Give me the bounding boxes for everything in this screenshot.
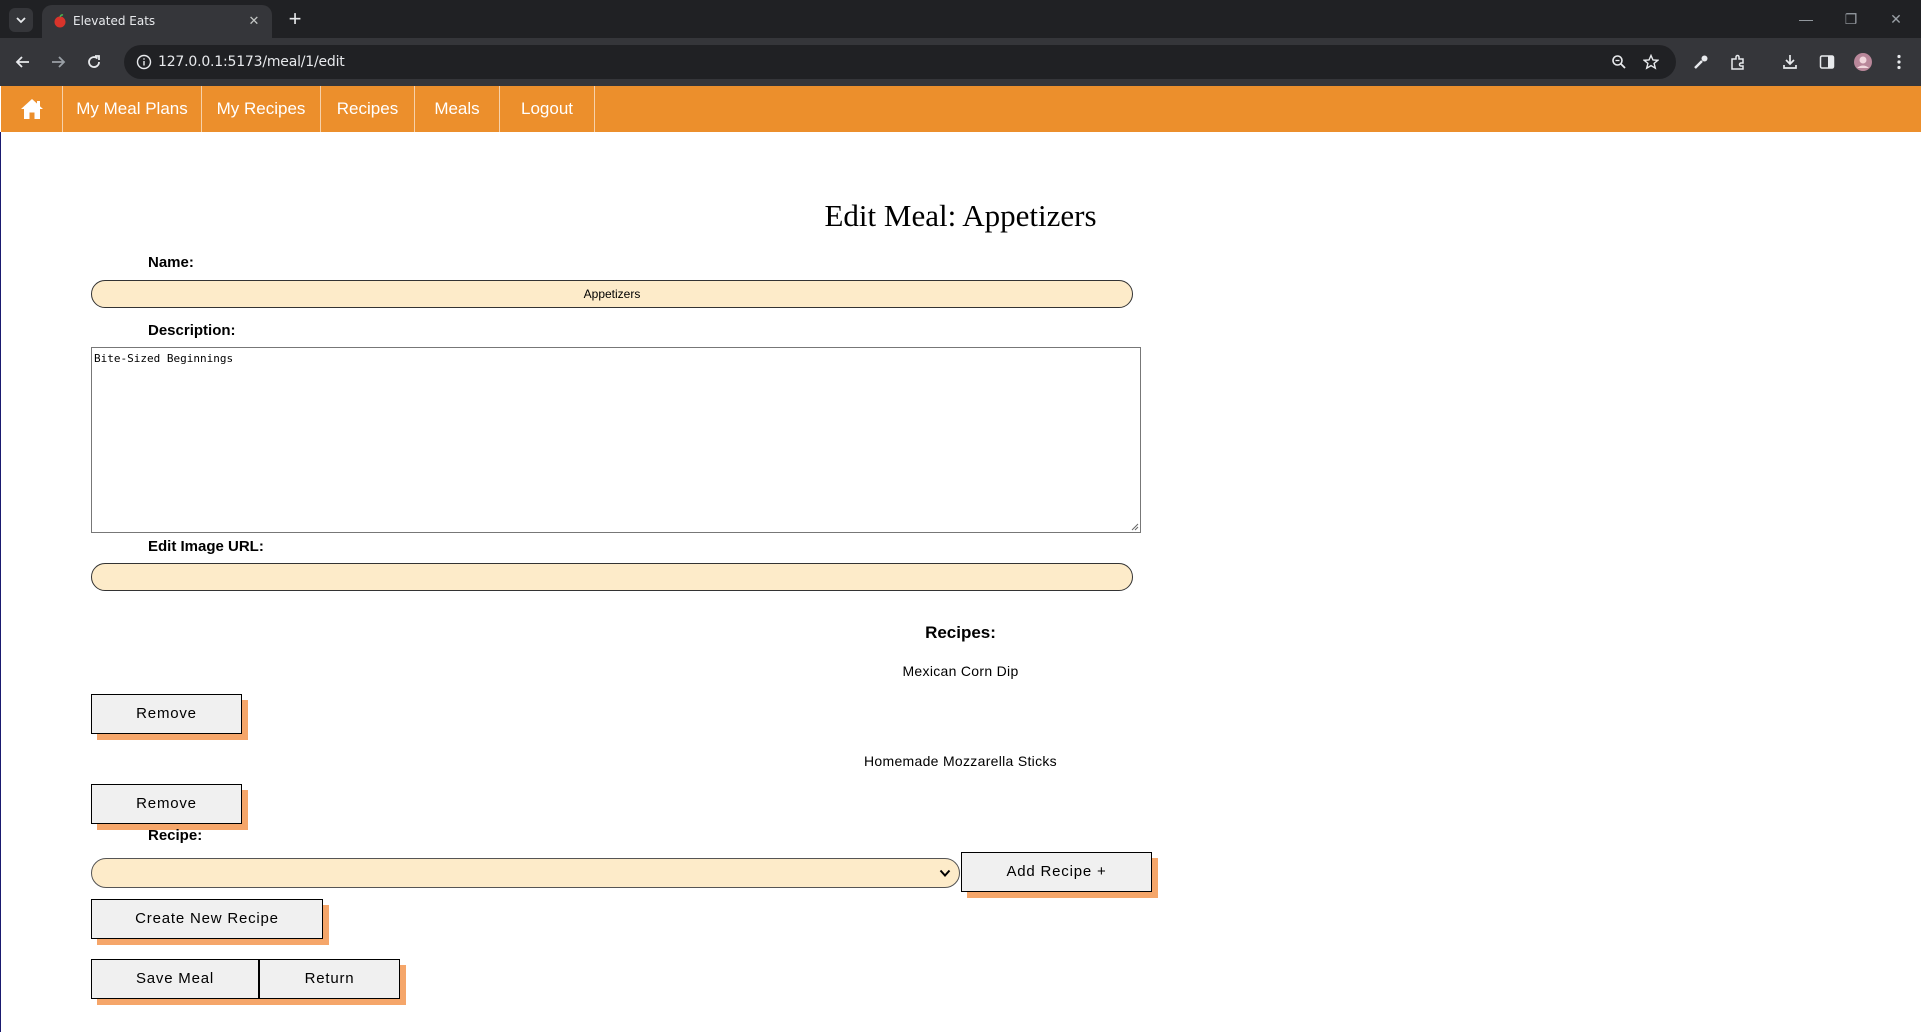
- name-label: Name:: [148, 254, 194, 271]
- bookmark-star-icon[interactable]: [1642, 53, 1660, 71]
- tab-search-button[interactable]: [9, 8, 33, 32]
- new-tab-plus-icon[interactable]: +: [284, 8, 306, 30]
- close-window-icon[interactable]: ✕: [1885, 9, 1907, 29]
- remove-recipe-button[interactable]: Remove: [91, 694, 242, 734]
- description-textarea[interactable]: Bite-Sized Beginnings: [91, 347, 1141, 533]
- image-url-input[interactable]: [91, 563, 1133, 591]
- page-title-text: Edit Meal: Appetizers: [824, 198, 1097, 233]
- eyedropper-extension-icon[interactable]: [1691, 52, 1711, 72]
- recipes-heading-text: Recipes:: [925, 623, 996, 642]
- recipe-select[interactable]: [91, 858, 960, 888]
- return-button[interactable]: Return: [259, 959, 400, 999]
- recipes-heading: Recipes:: [0, 623, 1921, 643]
- browser-toolbar: 127.0.0.1:5173/meal/1/edit: [0, 38, 1921, 86]
- profile-avatar-icon[interactable]: [1853, 52, 1873, 72]
- extensions-puzzle-icon[interactable]: [1728, 52, 1748, 72]
- page-left-border: [0, 132, 1, 1032]
- create-new-recipe-button[interactable]: Create New Recipe: [91, 899, 323, 939]
- zoom-icon[interactable]: [1610, 53, 1628, 71]
- forward-arrow-icon[interactable]: [46, 50, 70, 74]
- description-label: Description:: [148, 322, 236, 339]
- close-tab-icon[interactable]: ✕: [246, 13, 262, 29]
- download-icon[interactable]: [1780, 52, 1800, 72]
- nav-my-meal-plans[interactable]: My Meal Plans: [63, 86, 202, 132]
- nav-my-recipes[interactable]: My Recipes: [202, 86, 321, 132]
- site-info-icon[interactable]: [136, 54, 152, 70]
- recipe-list-item-name: Homemade Mozzarella Sticks: [864, 753, 1057, 769]
- reload-icon[interactable]: [82, 50, 106, 74]
- add-recipe-button[interactable]: Add Recipe +: [961, 852, 1152, 892]
- image-url-label: Edit Image URL:: [148, 538, 264, 555]
- minimize-window-icon[interactable]: —: [1795, 9, 1817, 29]
- browser-tabstrip: Elevated Eats ✕ + — ❐ ✕: [0, 0, 1921, 38]
- home-icon: [20, 99, 43, 119]
- url-text: 127.0.0.1:5173/meal/1/edit: [158, 54, 345, 70]
- side-panel-icon[interactable]: [1817, 52, 1837, 72]
- save-meal-button[interactable]: Save Meal: [91, 959, 259, 999]
- nav-recipes[interactable]: Recipes: [321, 86, 415, 132]
- browser-tab[interactable]: Elevated Eats ✕: [42, 5, 272, 38]
- nav-logout[interactable]: Logout: [500, 86, 595, 132]
- browser-menu-icon[interactable]: [1889, 52, 1909, 72]
- tab-title: Elevated Eats: [73, 14, 156, 28]
- resize-grip-icon[interactable]: [1129, 521, 1139, 531]
- apple-favicon-icon: [54, 14, 66, 28]
- address-bar[interactable]: 127.0.0.1:5173/meal/1/edit: [124, 45, 1676, 79]
- back-arrow-icon[interactable]: [11, 50, 35, 74]
- remove-recipe-button[interactable]: Remove: [91, 784, 242, 824]
- app-navbar: My Meal Plans My Recipes Recipes Meals L…: [1, 86, 1921, 132]
- description-text: Bite-Sized Beginnings: [94, 352, 234, 365]
- chevron-down-icon: [939, 869, 951, 877]
- chevron-down-icon: [16, 17, 26, 24]
- home-link[interactable]: [1, 86, 63, 132]
- name-input[interactable]: Appetizers: [91, 280, 1133, 308]
- recipe-select-label: Recipe:: [148, 827, 203, 844]
- page-title: Edit Meal: Appetizers: [0, 198, 1921, 234]
- restore-window-icon[interactable]: ❐: [1840, 9, 1862, 29]
- nav-meals[interactable]: Meals: [415, 86, 500, 132]
- recipe-list-item-name: Mexican Corn Dip: [902, 663, 1019, 679]
